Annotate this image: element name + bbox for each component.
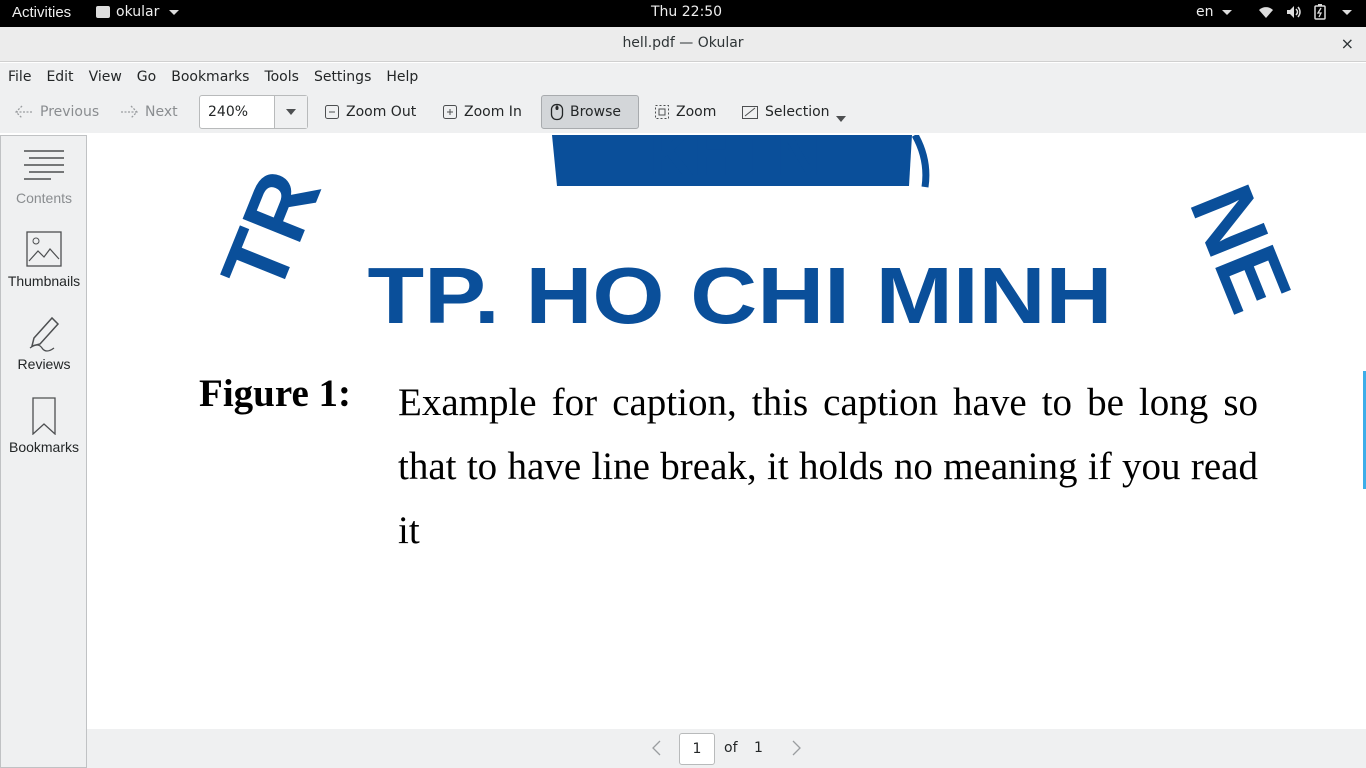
next-label: Next (145, 104, 178, 120)
okular-window: hell.pdf — Okular × File Edit View Go Bo… (0, 27, 1366, 768)
mouse-icon (550, 103, 564, 121)
app-icon (96, 6, 110, 18)
sidebar: Contents Thumbnails Reviews Bookmarks (0, 135, 87, 768)
app-menu-label: okular (116, 4, 160, 20)
zoom-in-label: Zoom In (464, 104, 522, 120)
system-top-bar: Activities okular Thu 22:50 en (0, 0, 1366, 27)
menu-tools[interactable]: Tools (264, 69, 299, 85)
zoom-dropdown-button[interactable] (274, 96, 307, 128)
menu-edit[interactable]: Edit (46, 69, 73, 85)
total-pages: 1 (754, 740, 763, 756)
chevron-down-icon (1342, 9, 1352, 15)
clock[interactable]: Thu 22:50 (651, 4, 722, 20)
next-button[interactable]: Next (111, 95, 186, 129)
zoom-area-icon (655, 105, 669, 119)
previous-button[interactable]: Previous (6, 95, 107, 129)
zoom-tool-label: Zoom (676, 104, 717, 120)
language-label: en (1196, 4, 1214, 20)
university-logo: KHTN TR NE TP. HO CHI MINH (203, 135, 1310, 335)
figure-caption-label: Figure 1: (199, 372, 352, 415)
main-toolbar: Previous Next 240% Zoom Out Zoom In Brow… (0, 91, 1366, 133)
previous-page-icon (15, 105, 32, 119)
sidebar-item-reviews[interactable]: Reviews (1, 314, 87, 372)
sidebar-label-thumbnails: Thumbnails (7, 273, 81, 289)
zoom-out-label: Zoom Out (346, 104, 417, 120)
title-bar[interactable]: hell.pdf — Okular × (0, 27, 1366, 62)
chevron-down-icon (169, 9, 180, 15)
window-title: hell.pdf — Okular (622, 35, 744, 51)
zoom-out-icon (325, 105, 339, 119)
sidebar-label-contents: Contents (15, 190, 73, 206)
browse-label: Browse (570, 104, 621, 120)
menu-go[interactable]: Go (137, 69, 156, 85)
wifi-icon (1259, 7, 1273, 18)
page-navigation-bar: 1 of 1 (87, 729, 1366, 768)
figure-caption-text: Example for caption, this caption have t… (398, 381, 1258, 552)
chevron-down-icon (286, 109, 296, 115)
logo-banner-swoosh (911, 135, 930, 188)
logo-arc-left: TR (203, 157, 341, 306)
zoom-value[interactable]: 240% (200, 96, 274, 128)
battery-icon (1314, 4, 1326, 20)
sidebar-item-thumbnails[interactable]: Thumbnails (1, 231, 87, 289)
close-button[interactable]: × (1341, 34, 1354, 53)
sidebar-item-bookmarks[interactable]: Bookmarks (1, 397, 87, 455)
menu-file[interactable]: File (8, 69, 31, 85)
menu-bar: File Edit View Go Bookmarks Tools Settin… (0, 63, 1366, 91)
logo-banner-text: KHTN (649, 135, 821, 189)
logo-city-text: TP. HO CHI MINH (368, 251, 1113, 335)
zoom-tool-button[interactable]: Zoom (646, 95, 724, 129)
zoom-out-button[interactable]: Zoom Out (316, 95, 424, 129)
app-menu[interactable]: okular (96, 4, 180, 20)
zoom-in-button[interactable]: Zoom In (434, 95, 530, 129)
menu-help[interactable]: Help (386, 69, 418, 85)
page-of-label: of (724, 740, 738, 756)
contents-icon (24, 150, 64, 180)
system-tray[interactable] (1258, 4, 1352, 20)
chevron-left-icon[interactable] (650, 739, 662, 757)
sidebar-label-bookmarks: Bookmarks (8, 439, 80, 455)
menu-settings[interactable]: Settings (314, 69, 371, 85)
chevron-down-icon (1221, 9, 1232, 15)
current-page-input[interactable]: 1 (679, 733, 715, 765)
selection-icon (742, 106, 758, 119)
thumbnails-icon (26, 231, 62, 267)
logo-arc-right: NE (1170, 172, 1310, 325)
document-view[interactable]: KHTN TR NE TP. HO CHI MINH Figure 1: Exa… (87, 135, 1366, 727)
previous-label: Previous (40, 104, 100, 120)
zoom-combobox[interactable]: 240% (199, 95, 308, 129)
selection-label: Selection (765, 104, 830, 120)
language-indicator[interactable]: en (1196, 4, 1232, 20)
browse-tool-button[interactable]: Browse (541, 95, 639, 129)
volume-icon (1287, 6, 1301, 18)
activities-button[interactable]: Activities (12, 4, 71, 21)
chevron-right-icon[interactable] (791, 739, 803, 757)
bookmark-icon (32, 397, 56, 435)
selection-tool-button[interactable]: Selection (733, 95, 854, 129)
zoom-in-icon (443, 105, 457, 119)
sidebar-item-contents[interactable]: Contents (1, 148, 87, 206)
sidebar-label-reviews: Reviews (17, 356, 71, 372)
menu-bookmarks[interactable]: Bookmarks (171, 69, 249, 85)
reviews-icon (29, 316, 60, 352)
menu-view[interactable]: View (89, 69, 122, 85)
chevron-down-icon (835, 116, 846, 122)
next-page-icon (121, 105, 138, 119)
